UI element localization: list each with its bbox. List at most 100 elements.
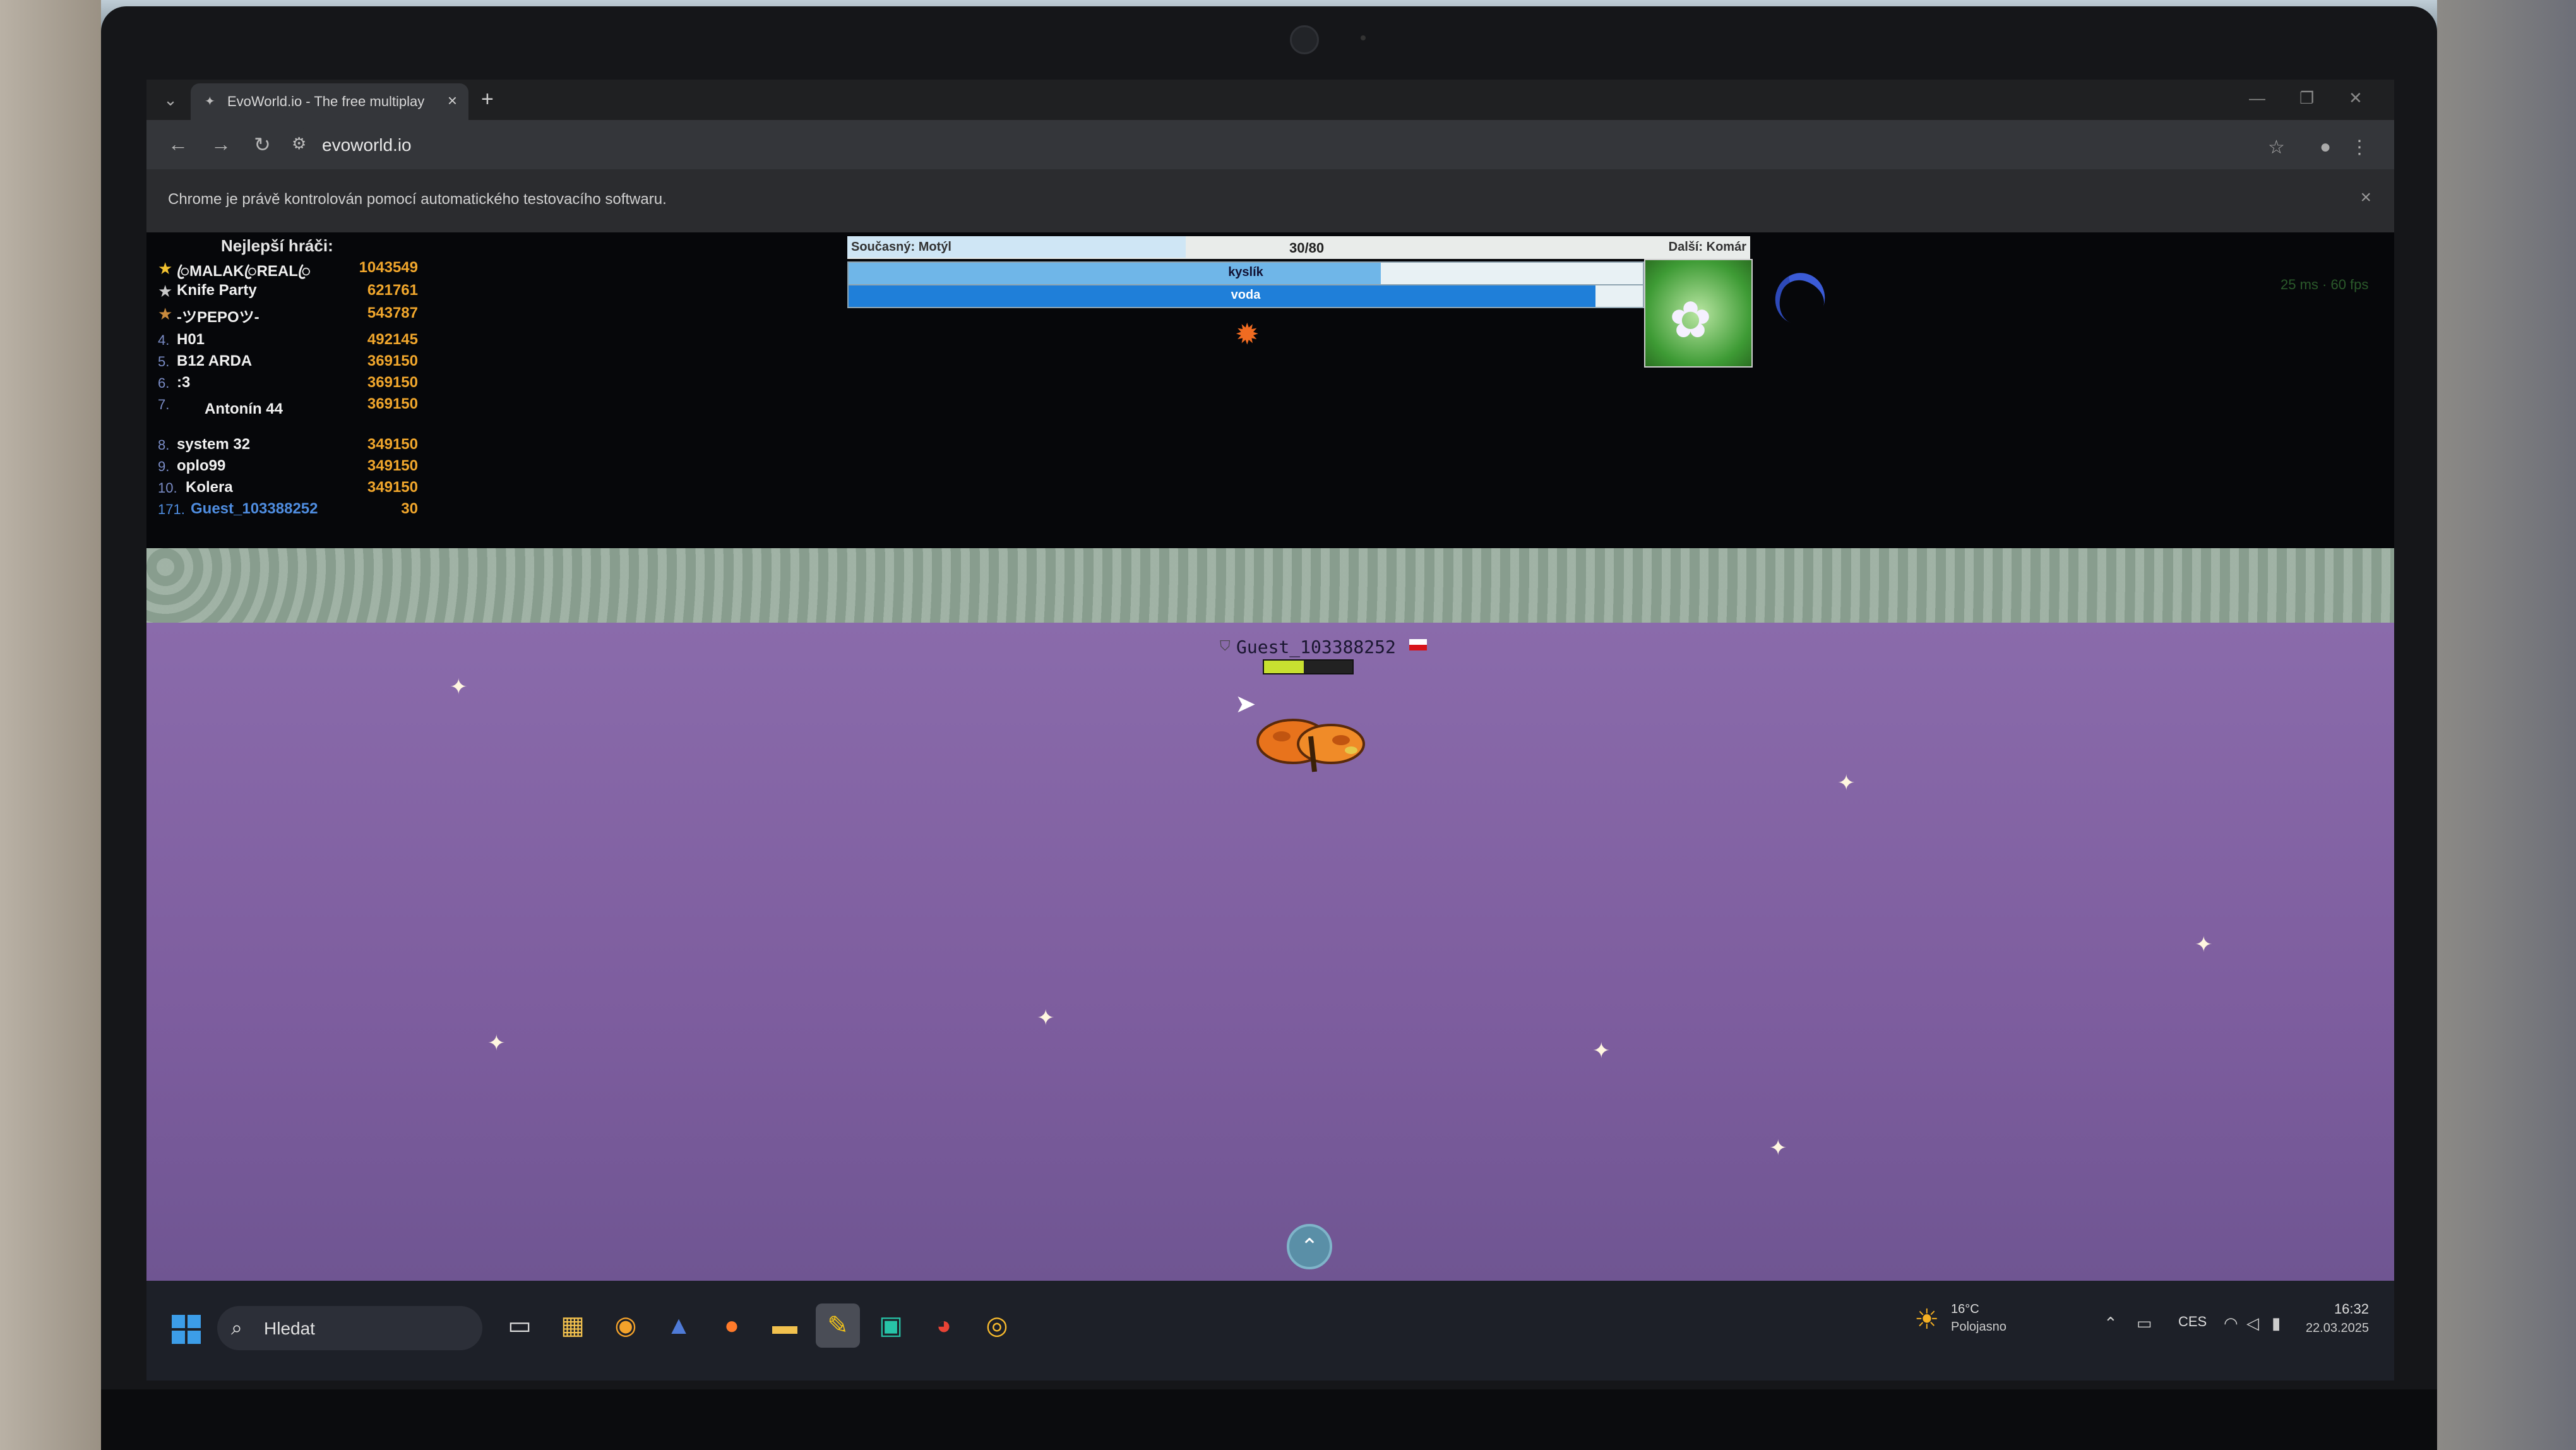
chevron-up-icon[interactable]: ⌃	[2104, 1314, 2118, 1333]
forward-icon[interactable]: →	[211, 133, 231, 156]
chrome-beta-icon[interactable]: ◕	[922, 1303, 966, 1348]
back-icon[interactable]: ←	[168, 133, 188, 156]
site-favicon-icon: ✦	[205, 95, 215, 109]
sun-flower-icon: ✹	[1235, 318, 1260, 351]
sparkle-icon: ✦	[1592, 1039, 1611, 1063]
partly-sunny-icon: ☀	[1914, 1304, 1940, 1335]
room-background-right	[2437, 0, 2576, 1450]
clock-date: 22.03.2025	[2305, 1321, 2369, 1335]
address-bar[interactable]: ⚙ evoworld.io ☆ ●	[292, 128, 2331, 162]
infobar-text: Chrome je právě kontrolován pomocí autom…	[168, 191, 667, 208]
chrome-icon[interactable]: ◎	[975, 1303, 1019, 1348]
sticky-notes-icon[interactable]: ✎	[816, 1303, 860, 1348]
leaderboard-row: 9. oplo99 349150	[153, 456, 418, 477]
sparkle-icon: ✦	[1037, 1006, 1055, 1030]
player-score: 30	[401, 500, 418, 517]
shield-icon: ⛉	[1220, 638, 1231, 654]
volume-icon[interactable]: ◁	[2246, 1314, 2259, 1333]
task-view-icon[interactable]: ▭	[498, 1303, 542, 1348]
player-name: Guest_103388252	[191, 500, 318, 517]
firefox-icon[interactable]: ●	[710, 1303, 754, 1348]
tab-list-icon[interactable]: ⌄	[159, 88, 182, 111]
tab-evoworld[interactable]: ✦ EvoWorld.io - The free multiplay ×	[191, 83, 468, 120]
player-name: :3	[177, 374, 191, 391]
sparkle-icon: ✦	[450, 675, 468, 699]
leaderboard-row: ★ ꦿMALAKꦿREALꦿ 1043549	[153, 258, 418, 280]
next-creature: Další: Komár	[1668, 240, 1746, 254]
keyboard-icon[interactable]: ▭	[2137, 1314, 2152, 1333]
ping-fps-readout: 25 ms · 60 fps	[2281, 277, 2369, 292]
player-name: Knife Party	[177, 282, 257, 299]
player-rank: 5.	[158, 354, 170, 369]
minimize-icon[interactable]: —	[2249, 88, 2265, 108]
store-icon[interactable]: ▦	[551, 1303, 595, 1348]
webcam-icon	[1290, 25, 1319, 54]
player-score: 349150	[367, 479, 418, 496]
butterfly-player-icon[interactable]	[1256, 711, 1370, 781]
oxygen-bar: kyslík	[847, 261, 1644, 285]
sparkle-icon: ✦	[2195, 933, 2213, 957]
water-surface	[146, 548, 2394, 623]
taskbar-search[interactable]: ⌕ Hledat	[217, 1306, 482, 1350]
player-health-bar	[1263, 659, 1354, 674]
wifi-icon[interactable]: ◠	[2224, 1314, 2238, 1333]
player-rank: 7.	[158, 397, 170, 412]
battery-icon[interactable]: ▮	[2272, 1314, 2281, 1333]
close-window-icon[interactable]: ✕	[2349, 88, 2363, 108]
leaderboard-row: 7. Antonín 44 369150	[153, 394, 418, 429]
weather-temperature: 16°C	[1951, 1302, 1979, 1316]
leaderboard-row: 6. :3 369150	[153, 373, 418, 394]
player-score: 369150	[367, 395, 418, 412]
lotus-icon: ✿	[1669, 292, 1712, 348]
water-bar: voda	[847, 284, 1644, 308]
player-score: 349150	[367, 457, 418, 474]
player-health-fill	[1264, 661, 1304, 673]
browser-icon[interactable]: ◉	[604, 1303, 648, 1348]
toolbar: ← → ↻ ⚙ evoworld.io ☆ ● ⋮	[146, 120, 2394, 169]
close-icon[interactable]: ×	[448, 91, 457, 111]
xp-count: 30/80	[1289, 240, 1325, 256]
leaderboard-row: 10. Kolera 349150	[153, 477, 418, 499]
pycharm-icon[interactable]: ▣	[869, 1303, 913, 1348]
player-rank: 10.	[158, 480, 177, 496]
next-evolution-preview: ✿	[1644, 259, 1753, 368]
file-explorer-icon[interactable]: ▬	[763, 1303, 807, 1348]
menu-dots-icon[interactable]: ⋮	[2350, 136, 2369, 159]
search-placeholder: Hledat	[264, 1319, 315, 1338]
close-icon[interactable]: ×	[2360, 187, 2371, 208]
game-canvas[interactable]: ✦ ✦ ✦ ✦ ✦ ✦ ✦ Nejlepší hráči: ★ ꦿMALAKꦿR…	[146, 232, 2394, 1281]
gold-medal-icon: ★	[158, 259, 173, 278]
leaderboard-row: 8. system 32 349150	[153, 434, 418, 456]
leaderboard-row: 4. H01 492145	[153, 330, 418, 351]
leaderboard-row: 5. B12 ARDA 369150	[153, 351, 418, 373]
site-info-icon[interactable]: ⚙	[292, 134, 306, 153]
leaderboard-row-self: 171. Guest_103388252 30	[153, 499, 418, 520]
player-name: oplo99	[177, 457, 226, 474]
taskbar: ⌕ Hledat ▭ ▦ ◉ ▲ ● ▬ ✎ ▣ ◕ ◎ ☀ 16°C Polo…	[146, 1281, 2394, 1381]
player-name: B12 ARDA	[177, 352, 253, 369]
input-language[interactable]: CES	[2178, 1314, 2207, 1330]
windows-start-icon[interactable]	[172, 1315, 202, 1345]
sky-icon[interactable]: ▲	[657, 1303, 701, 1348]
leaderboard-row: ★ -ツPEPOツ- 543787	[153, 303, 418, 326]
bookmark-star-icon[interactable]: ☆	[2268, 136, 2285, 159]
profile-icon[interactable]: ●	[2320, 136, 2331, 158]
player-score: 1043549	[359, 259, 418, 276]
player-nickname: Guest_103388252	[1236, 637, 1396, 657]
player-score: 621761	[367, 282, 418, 299]
clock[interactable]: 16:32 22.03.2025	[2299, 1301, 2369, 1336]
mouse-cursor-icon: ➤	[1235, 690, 1256, 718]
chevron-up-icon[interactable]: ⌃	[1287, 1224, 1332, 1269]
tab-bar: ⌄ ✦ EvoWorld.io - The free multiplay × +…	[146, 80, 2394, 120]
player-rank: 9.	[158, 458, 170, 474]
player-score: 543787	[367, 304, 418, 321]
player-rank: 8.	[158, 437, 170, 453]
player-rank: 171.	[158, 501, 185, 517]
reload-icon[interactable]: ↻	[254, 133, 271, 157]
screen: ⌄ ✦ EvoWorld.io - The free multiplay × +…	[146, 80, 2394, 1381]
player-score: 492145	[367, 331, 418, 348]
restore-icon[interactable]: ❐	[2299, 88, 2314, 108]
czech-flag-icon	[1409, 639, 1427, 650]
plus-icon[interactable]: +	[481, 87, 494, 112]
clock-time: 16:32	[2334, 1301, 2369, 1317]
